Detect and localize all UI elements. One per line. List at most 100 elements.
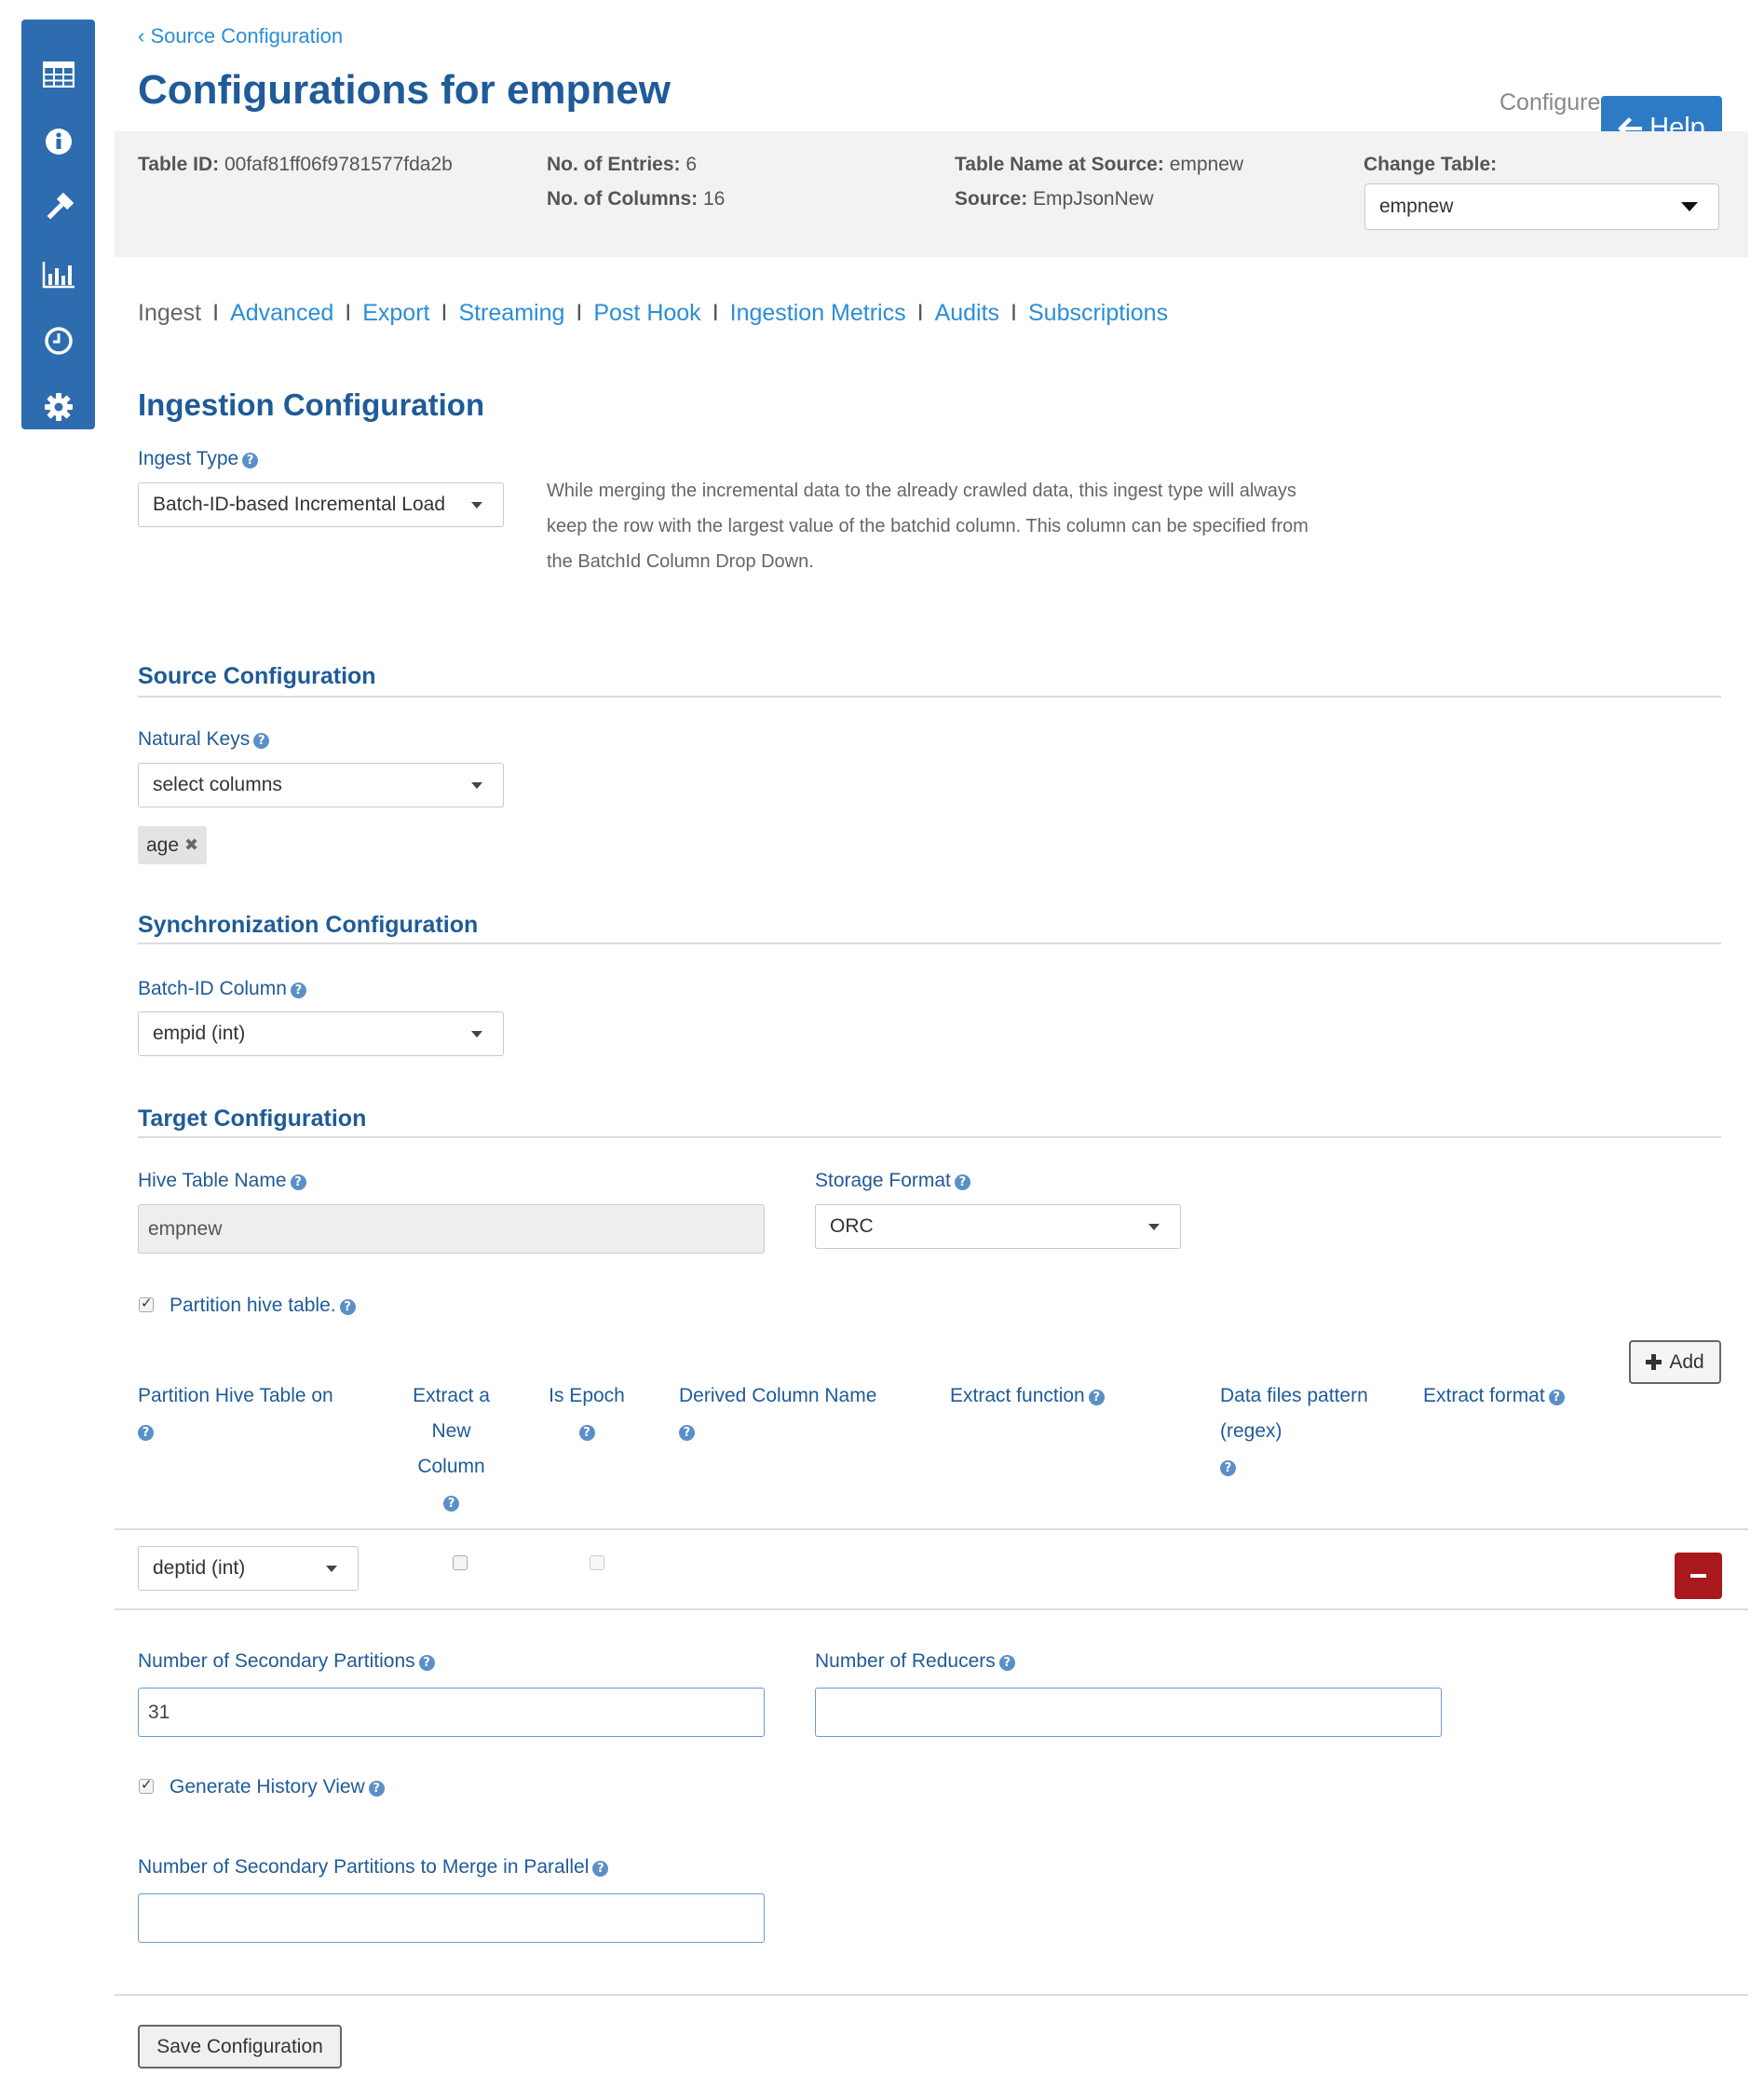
natural-keys-label: Natural Keys? <box>138 728 270 751</box>
help-circle-icon[interactable]: ? <box>1088 1390 1105 1405</box>
merge-parallel-label: Number of Secondary Partitions to Merge … <box>138 1856 609 1879</box>
help-circle-icon[interactable]: ? <box>339 1299 356 1315</box>
tab-streaming[interactable]: Streaming <box>458 300 564 327</box>
chevron-down-icon <box>1148 1224 1160 1230</box>
change-table-value: empnew <box>1379 196 1454 217</box>
hive-table-name-label: Hive Table Name? <box>138 1170 306 1192</box>
divider <box>138 1136 1721 1138</box>
secondary-partitions-label: Number of Secondary Partitions? <box>138 1650 435 1673</box>
config-tabs: Ingest I Advanced I Export I Streaming I Post Ho… <box>138 300 1168 327</box>
entries-count: No. of Entries: 6 <box>547 154 698 175</box>
synchronization-configuration-heading: Synchronization Configuration <box>138 912 479 938</box>
col-header-derived-column-name: Derived Column Name? <box>679 1385 877 1441</box>
help-circle-icon[interactable]: ? <box>578 1425 595 1441</box>
page-title: Configurations for empnew <box>138 67 671 113</box>
tab-export[interactable]: Export <box>362 300 429 327</box>
change-table-label: Change Table: <box>1364 154 1498 175</box>
divider <box>115 1528 1748 1530</box>
partition-column-value: deptid (int) <box>153 1557 246 1579</box>
ingestion-configuration-heading: Ingestion Configuration <box>138 387 485 422</box>
save-configuration-button[interactable]: Save Configuration <box>138 2025 342 2069</box>
help-circle-icon[interactable]: ? <box>368 1781 385 1797</box>
tab-separator: I <box>1011 300 1017 326</box>
batch-id-column-value: empid (int) <box>153 1023 246 1044</box>
chevron-down-icon <box>471 782 482 789</box>
divider <box>115 1608 1748 1610</box>
col-header-extract-function: Extract function? <box>950 1378 1174 1414</box>
extract-new-column-checkbox[interactable] <box>453 1555 468 1570</box>
partition-column-select[interactable]: deptid (int) <box>138 1546 359 1591</box>
remove-tag-icon[interactable]: ✖ <box>184 835 198 855</box>
table-id: Table ID: 00faf81ff06f9781577fda2b <box>138 154 453 175</box>
tab-separator: I <box>916 300 924 326</box>
col-header-extract-format: Extract format? <box>1423 1378 1637 1414</box>
help-circle-icon[interactable]: ? <box>138 1425 154 1441</box>
tab-separator: I <box>712 300 719 326</box>
col-header-extract-new-column: Extract a New Column? <box>413 1385 490 1512</box>
selected-key-label: age <box>146 834 180 856</box>
chevron-down-icon <box>1681 202 1698 211</box>
help-circle-icon[interactable]: ? <box>253 733 270 749</box>
batch-id-column-select[interactable]: empid (int) <box>138 1011 504 1056</box>
reducers-input[interactable] <box>815 1688 1442 1737</box>
help-circle-icon[interactable]: ? <box>592 1861 609 1877</box>
tab-audits[interactable]: Audits <box>935 300 999 327</box>
divider <box>138 943 1721 944</box>
table-info-panel: Table ID: 00faf81ff06f9781577fda2b No. o… <box>115 131 1748 257</box>
divider <box>115 1994 1748 1996</box>
tab-ingest[interactable]: Ingest <box>138 300 201 327</box>
ingest-type-value: Batch-ID-based Incremental Load <box>153 494 446 515</box>
generate-history-view-checkbox[interactable] <box>139 1776 154 1794</box>
help-circle-icon[interactable]: ? <box>418 1655 435 1671</box>
help-circle-icon[interactable]: ? <box>679 1425 695 1441</box>
natural-keys-select[interactable]: select columns <box>138 763 504 807</box>
chevron-down-icon <box>326 1566 337 1572</box>
tab-ingestion-metrics[interactable]: Ingestion Metrics <box>730 300 906 327</box>
partition-hive-table-label: Partition hive table.? <box>170 1295 356 1317</box>
configure-hint: Configure <box>1499 89 1601 115</box>
help-circle-icon[interactable]: ? <box>443 1496 459 1512</box>
col-header-is-epoch: Is Epoch? <box>549 1385 625 1441</box>
storage-format-value: ORC <box>830 1215 874 1237</box>
ingest-type-label: Ingest Type? <box>138 448 259 470</box>
help-circle-icon[interactable]: ? <box>1548 1390 1565 1405</box>
add-partition-button[interactable]: Add <box>1629 1340 1721 1384</box>
tab-post-hook[interactable]: Post Hook <box>593 300 700 327</box>
natural-keys-placeholder: select columns <box>153 774 282 795</box>
storage-format-select[interactable]: ORC <box>815 1204 1181 1249</box>
tab-subscriptions[interactable]: Subscriptions <box>1028 300 1168 327</box>
col-header-partition-on: Partition Hive Table on? <box>138 1385 333 1441</box>
ingest-type-select[interactable]: Batch-ID-based Incremental Load <box>138 482 504 527</box>
merge-parallel-input[interactable] <box>138 1893 765 1943</box>
chevron-down-icon <box>471 1031 482 1038</box>
source-configuration-heading: Source Configuration <box>138 663 376 689</box>
help-circle-icon[interactable]: ? <box>242 453 259 468</box>
tab-separator: I <box>212 300 220 326</box>
partition-hive-table-checkbox[interactable] <box>139 1295 154 1312</box>
selected-key-tag: age ✖ <box>138 826 208 864</box>
source-name: Source: EmpJsonNew <box>955 188 1154 210</box>
tab-advanced[interactable]: Advanced <box>230 300 333 327</box>
breadcrumb-source-configuration[interactable]: ‹ Source Configuration <box>138 24 343 48</box>
generate-history-view-label: Generate History View? <box>170 1776 385 1798</box>
columns-count: No. of Columns: 16 <box>547 188 726 210</box>
reducers-label: Number of Reducers? <box>815 1650 1015 1673</box>
help-circle-icon[interactable]: ? <box>998 1655 1015 1671</box>
change-table-select[interactable]: empnew <box>1364 183 1719 230</box>
hive-table-name-input[interactable]: empnew <box>138 1204 765 1254</box>
table-name-at-source: Table Name at Source: empnew <box>955 154 1244 175</box>
help-circle-icon[interactable]: ? <box>954 1174 970 1190</box>
tab-separator: I <box>345 300 352 326</box>
help-circle-icon[interactable]: ? <box>1220 1460 1236 1476</box>
help-circle-icon[interactable]: ? <box>290 1174 306 1190</box>
help-circle-icon[interactable]: ? <box>290 983 306 998</box>
ingest-type-description: While merging the incremental data to th… <box>547 481 1309 572</box>
tab-separator: I <box>576 300 583 326</box>
is-epoch-checkbox[interactable] <box>590 1555 604 1570</box>
tab-separator: I <box>441 300 448 326</box>
target-configuration-heading: Target Configuration <box>138 1106 367 1132</box>
divider <box>138 696 1721 698</box>
storage-format-label: Storage Format? <box>815 1170 970 1192</box>
remove-partition-button[interactable] <box>1675 1553 1722 1599</box>
secondary-partitions-input[interactable]: 31 <box>138 1688 765 1737</box>
